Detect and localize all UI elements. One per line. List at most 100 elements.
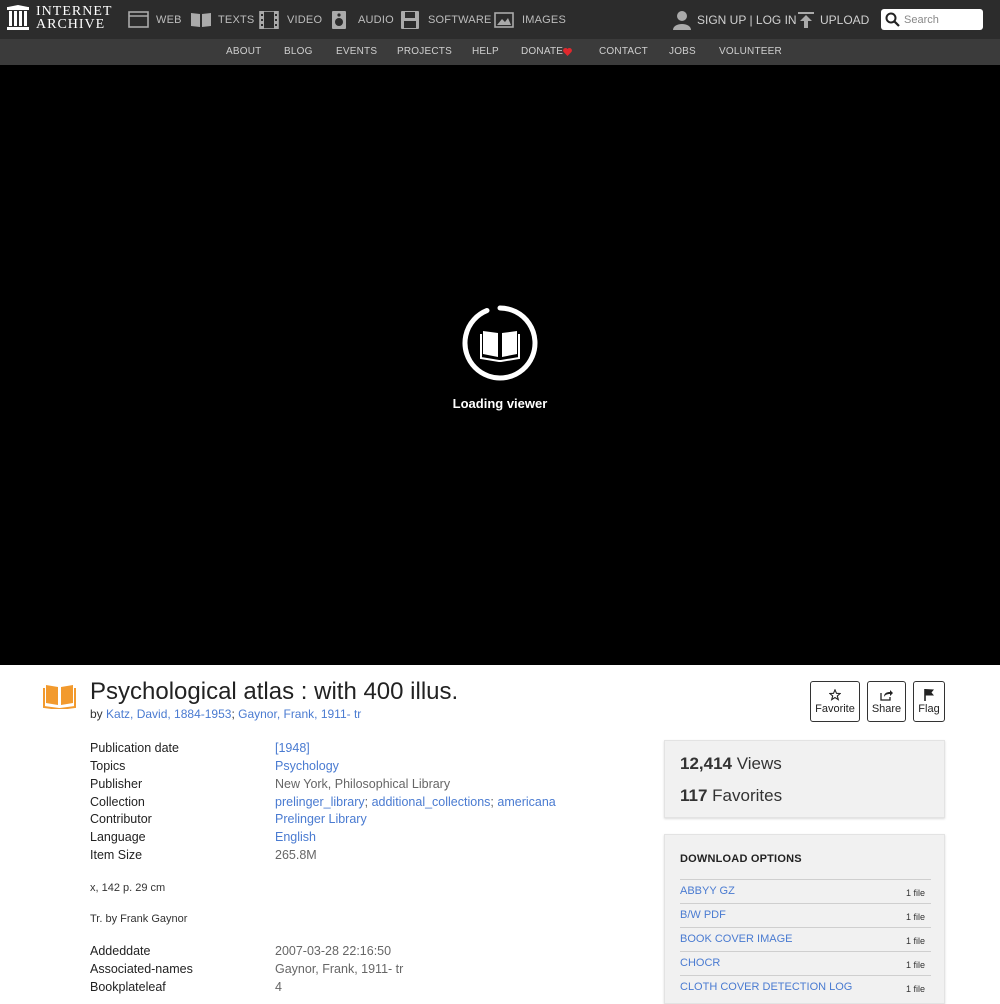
texts-item-icon <box>43 685 76 709</box>
metadata-key: Language <box>90 830 146 844</box>
author-link[interactable]: Katz, David, 1884-1953 <box>106 707 231 721</box>
share-label: Share <box>871 702 902 715</box>
nav-images-label: IMAGES <box>522 13 566 26</box>
nav-audio[interactable]: AUDIO <box>330 0 394 39</box>
audio-icon <box>332 10 346 29</box>
download-link[interactable]: BOOK COVER IMAGE <box>680 933 792 945</box>
internet-archive-logo[interactable]: INTERNET ARCHIVE <box>7 5 112 32</box>
sign-up-log-in[interactable]: SIGN UP | LOG IN <box>673 0 797 39</box>
contributor-link[interactable]: Prelinger Library <box>275 812 367 826</box>
associated-names-value: Gaynor, Frank, 1911- tr <box>275 962 404 976</box>
nav-software[interactable]: SOFTWARE <box>400 0 492 39</box>
nav-web[interactable]: WEB <box>128 0 182 39</box>
byline-prefix: by <box>90 707 103 721</box>
topic-link[interactable]: Psychology <box>275 759 339 773</box>
share-icon <box>880 689 893 701</box>
nav-texts[interactable]: TEXTS <box>190 0 254 39</box>
download-link[interactable]: B/W PDF <box>680 909 726 921</box>
texts-icon <box>191 12 211 27</box>
file-count: 1 file <box>905 984 925 994</box>
nav-software-label: SOFTWARE <box>428 13 492 26</box>
file-count: 1 file <box>905 912 925 922</box>
software-icon <box>401 10 419 29</box>
download-link[interactable]: CHOCR <box>680 957 720 969</box>
subnav-help[interactable]: HELP <box>472 39 499 65</box>
download-option: ABBYY GZ 1 file <box>680 879 931 903</box>
byline: by Katz, David, 1884-1953; Gaynor, Frank… <box>90 707 362 721</box>
download-options-panel: DOWNLOAD OPTIONS ABBYY GZ 1 file B/W PDF… <box>664 834 945 1004</box>
download-link[interactable]: CLOTH COVER DETECTION LOG <box>680 981 852 993</box>
upload-label: UPLOAD <box>820 12 870 27</box>
metadata-key: Addeddate <box>90 944 151 958</box>
nav-video[interactable]: VIDEO <box>259 0 322 39</box>
views-stat: 12,414 Views <box>680 754 782 774</box>
collection-link[interactable]: prelinger_library <box>275 795 365 809</box>
publisher-value: New York, Philosophical Library <box>275 777 451 791</box>
subnav-about[interactable]: ABOUT <box>226 39 261 65</box>
views-label: Views <box>736 754 782 773</box>
favorite-label: Favorite <box>815 702 855 715</box>
favorites-label: Favorites <box>712 786 783 805</box>
description-line: Tr. by Frank Gaynor <box>90 913 188 925</box>
search-box[interactable] <box>881 9 983 30</box>
subnav-blog[interactable]: BLOG <box>284 39 313 65</box>
search-icon <box>885 12 900 27</box>
author-link[interactable]: Gaynor, Frank, 1911- tr <box>238 707 361 721</box>
nav-audio-label: AUDIO <box>358 13 394 26</box>
metadata-key: Topics <box>90 759 126 773</box>
nav-texts-label: TEXTS <box>218 13 255 26</box>
archive-building-icon <box>7 5 29 30</box>
subnav-projects[interactable]: PROJECTS <box>397 39 452 65</box>
top-navigation-bar: INTERNET ARCHIVE WEB TEXTS VIDEO AUDIO S… <box>0 0 1000 39</box>
sign-up-log-in-label: SIGN UP | LOG IN <box>697 12 797 27</box>
metadata-key: Associated-names <box>90 962 193 976</box>
metadata-key: Item Size <box>90 848 143 862</box>
metadata-key: Contributor <box>90 812 152 826</box>
share-button[interactable]: Share <box>867 681 906 722</box>
download-options-title: DOWNLOAD OPTIONS <box>680 853 802 865</box>
subnav-jobs[interactable]: JOBS <box>669 39 696 65</box>
favorites-count: 117 <box>680 786 708 805</box>
secondary-navigation: ABOUT BLOG EVENTS PROJECTS HELP DONATE C… <box>0 39 1000 65</box>
subnav-donate[interactable]: DONATE <box>521 39 563 65</box>
download-option: BOOK COVER IMAGE 1 file <box>680 927 931 951</box>
flag-button[interactable]: Flag <box>913 681 945 722</box>
nav-video-label: VIDEO <box>287 13 323 26</box>
subnav-contact[interactable]: CONTACT <box>599 39 648 65</box>
video-icon <box>259 10 279 29</box>
collection-link[interactable]: additional_collections <box>372 795 491 809</box>
views-count: 12,414 <box>680 754 732 773</box>
favorite-button[interactable]: Favorite <box>810 681 860 722</box>
addeddate-value: 2007-03-28 22:16:50 <box>275 944 392 958</box>
favorites-stat: 117 Favorites <box>680 786 782 806</box>
publication-date-link[interactable]: [1948] <box>275 741 310 755</box>
star-icon <box>829 688 841 701</box>
metadata-key: Publisher <box>90 777 143 791</box>
download-option: B/W PDF 1 file <box>680 903 931 927</box>
download-option: CLOTH COVER DETECTION LOG 1 file <box>680 975 931 999</box>
bookplateleaf-value: 4 <box>275 980 282 994</box>
images-icon <box>494 11 514 28</box>
web-icon <box>128 10 149 28</box>
nav-images[interactable]: IMAGES <box>494 0 566 39</box>
logo-text-line2: ARCHIVE <box>36 17 106 32</box>
description-line: x, 142 p. 29 cm <box>90 882 166 894</box>
item-size-value: 265.8M <box>275 848 317 862</box>
user-icon <box>673 10 691 30</box>
subnav-events[interactable]: EVENTS <box>336 39 377 65</box>
book-viewer[interactable]: Loading viewer <box>0 65 1000 665</box>
collection-link[interactable]: americana <box>497 795 555 809</box>
item-title: Psychological atlas : with 400 illus. <box>90 678 459 705</box>
donate-heart-icon <box>563 48 572 56</box>
language-link[interactable]: English <box>275 830 316 844</box>
file-count: 1 file <box>905 960 925 970</box>
item-stats-panel: 12,414 Views 117 Favorites <box>664 740 945 818</box>
search-input[interactable] <box>904 13 980 26</box>
download-link[interactable]: ABBYY GZ <box>680 885 735 897</box>
subnav-volunteer[interactable]: VOLUNTEER <box>719 39 782 65</box>
metadata-key: Collection <box>90 795 145 809</box>
loading-book-icon <box>462 305 538 381</box>
metadata-key: Publication date <box>90 741 179 755</box>
download-option: CHOCR 1 file <box>680 951 931 975</box>
upload-button[interactable]: UPLOAD <box>797 0 869 39</box>
